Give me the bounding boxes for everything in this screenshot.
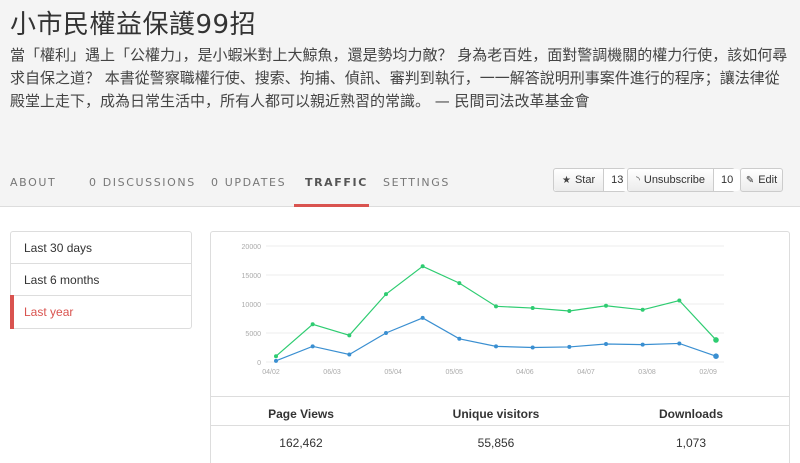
star-button[interactable]: ★ Star [554,169,604,191]
data-point [604,303,608,308]
data-point [677,341,682,346]
range-last-year[interactable]: Last year [10,295,191,329]
page-title: 小市民權益保護99招 [10,10,257,40]
data-point [384,292,388,297]
x-tick-label: 05/05 [445,369,463,376]
data-point [347,333,352,338]
series-line [275,317,717,362]
data-point [640,307,645,312]
stat-value-page-views: 162,462 [279,436,323,450]
x-tick-label: 03/08 [638,369,656,376]
stat-value-downloads: 1,073 [675,436,707,450]
time-range-list: Last 30 days Last 6 months Last year [10,231,192,329]
data-point [567,308,572,313]
x-tick-label: 04/07 [577,369,595,376]
series-line [275,265,717,357]
data-point [677,298,682,303]
x-tick-label: 04/06 [516,369,534,376]
range-last-6-months[interactable]: Last 6 months [11,264,191,296]
x-tick-label: 04/02 [262,369,280,376]
tab-updates[interactable]: 0 UPDATES [211,176,286,189]
star-icon: ★ [562,174,571,186]
stat-value-unique-visitors: 55,856 [477,436,515,450]
divider [211,425,789,426]
x-tick-label: 02/09 [699,369,717,376]
data-point [713,353,719,359]
data-point [347,352,352,357]
tab-traffic[interactable]: TRAFFIC [305,176,368,189]
data-point [530,306,535,311]
rss-icon: ◝ [636,174,640,186]
y-tick-label: 10000 [242,302,262,309]
stat-header-downloads: Downloads [658,407,723,421]
data-point [640,342,645,347]
range-last-30-days[interactable]: Last 30 days [11,232,191,264]
edit-button[interactable]: ✎ Edit [740,168,783,192]
data-point [494,344,498,349]
subscriber-count[interactable]: 10 [713,169,741,191]
divider [211,396,789,397]
data-point [457,336,462,341]
data-point [494,304,498,309]
repo-description: 當「權利」遇上「公權力」，是小蝦米對上大鯨魚，還是勢均力敵？ 身為老百姓，面對警… [10,46,788,110]
data-point [420,264,425,269]
repo-header: 小市民權益保護99招 當「權利」遇上「公權力」，是小蝦米對上大鯨魚，還是勢均力敵… [0,0,800,207]
data-point [567,344,572,349]
data-point [420,315,425,320]
stat-header-page-views: Page Views [268,407,334,421]
data-point [274,358,278,363]
data-point [604,342,608,347]
subscribe-button-group: ◝ Unsubscribe 10 [627,168,741,192]
data-point [274,354,278,359]
active-tab-indicator [294,204,369,207]
traffic-chart: 0 5000 10000 15000 20000 04/02 06/03 05/04 05/05… [242,244,724,376]
data-point [384,331,388,335]
tab-discussions[interactable]: 0 DISCUSSIONS [89,176,196,189]
y-tick-label: 5000 [245,331,261,338]
tab-settings[interactable]: SETTINGS [383,176,450,189]
data-point [457,281,462,286]
star-label: Star [574,174,596,186]
y-tick-label: 0 [257,360,261,367]
unsubscribe-button[interactable]: ◝ Unsubscribe [628,169,714,191]
data-point [310,344,315,349]
x-tick-label: 06/03 [323,369,341,376]
star-button-group: ★ Star 13 [553,168,631,192]
unsubscribe-label: Unsubscribe [643,174,706,186]
y-tick-label: 20000 [242,244,262,251]
pencil-icon: ✎ [745,174,755,186]
data-point [713,337,719,343]
edit-label: Edit [758,174,778,186]
traffic-panel: 0 5000 10000 15000 20000 04/02 06/03 05/04 05/05… [210,231,790,463]
data-point [530,345,535,350]
tab-about[interactable]: ABOUT [10,176,56,189]
y-tick-label: 15000 [242,273,262,280]
data-point [310,322,315,327]
stat-header-unique-visitors: Unique visitors [452,407,540,421]
x-tick-label: 05/04 [384,369,402,376]
